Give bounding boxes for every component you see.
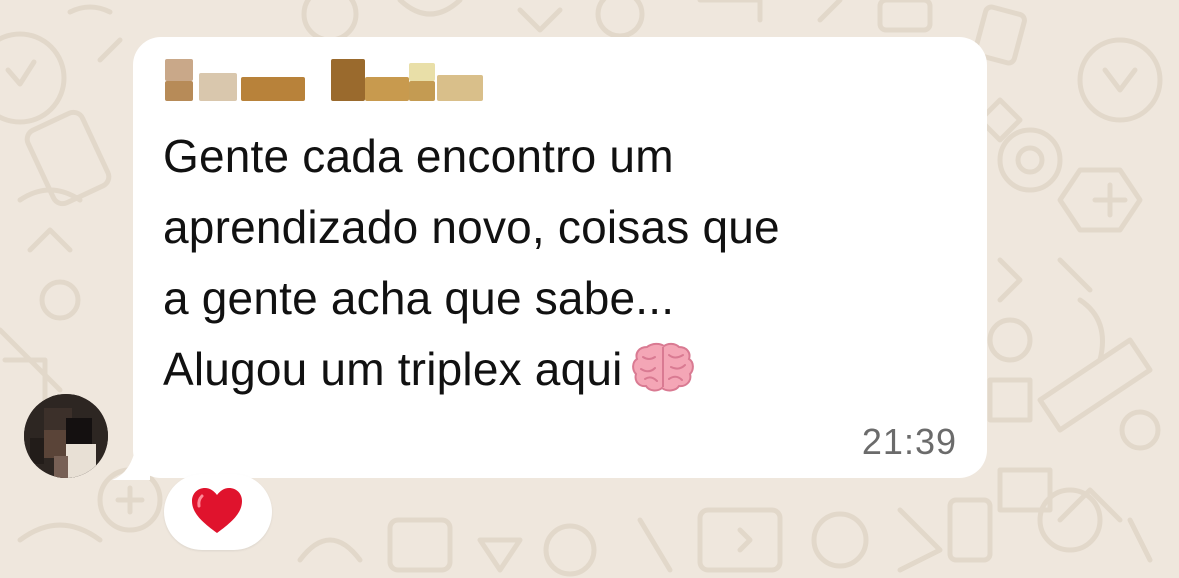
message-line-1: Gente cada encontro um (163, 130, 674, 182)
heart-icon (192, 488, 242, 533)
avatar[interactable] (24, 394, 108, 478)
sender-name[interactable] (165, 59, 485, 103)
message-bubble[interactable]: Gente cada encontro um aprendizado novo,… (133, 37, 987, 478)
message-line-2: aprendizado novo, coisas que (163, 201, 780, 253)
reaction-pill[interactable] (164, 474, 272, 550)
message-line-4: Alugou um triplex aqui (163, 343, 623, 395)
message-text: Gente cada encontro um aprendizado novo,… (163, 121, 963, 405)
message-line-3: a gente acha que sabe... (163, 272, 675, 324)
brain-icon (631, 342, 694, 392)
chat-background: Gente cada encontro um aprendizado novo,… (0, 0, 1179, 578)
message-timestamp: 21:39 (861, 421, 957, 462)
